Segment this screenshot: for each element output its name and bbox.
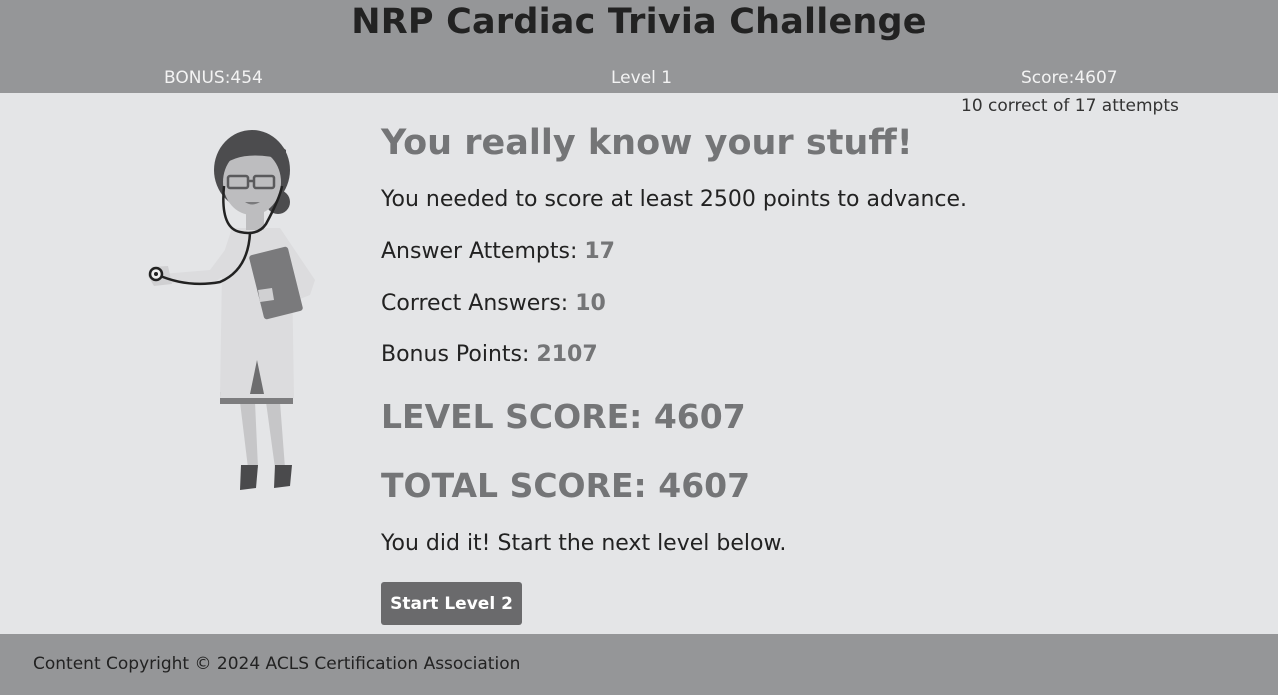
bonus-points-label: Bonus Points: — [381, 342, 537, 367]
correct-answers-value: 10 — [575, 291, 606, 316]
level-score: LEVEL SCORE: 4607 — [381, 397, 746, 436]
correct-answers-label: Correct Answers: — [381, 291, 576, 316]
footer-bar: Content Copyright © 2024 ACLS Certificat… — [0, 634, 1278, 695]
bonus-points-value: 2107 — [536, 342, 598, 367]
doctor-illustration — [148, 130, 315, 490]
attempts-summary: 10 correct of 17 attempts — [961, 96, 1179, 116]
level-indicator: Level 1 — [611, 68, 673, 88]
bonus-points-row: Bonus Points: 2107 — [381, 342, 598, 367]
next-level-message: You did it! Start the next level below. — [381, 531, 787, 556]
bonus-counter: BONUS:454 — [164, 68, 263, 88]
score-counter: Score:4607 — [1021, 68, 1118, 88]
answer-attempts-value: 17 — [584, 239, 615, 264]
copyright-text: Content Copyright © 2024 ACLS Certificat… — [33, 654, 521, 674]
answer-attempts-row: Answer Attempts: 17 — [381, 239, 615, 264]
header-bar: NRP Cardiac Trivia Challenge BONUS:454 L… — [0, 0, 1278, 93]
total-score: TOTAL SCORE: 4607 — [381, 466, 751, 505]
answer-attempts-label: Answer Attempts: — [381, 239, 585, 264]
required-score-text: You needed to score at least 2500 points… — [381, 187, 968, 212]
correct-answers-row: Correct Answers: 10 — [381, 291, 606, 316]
start-level-button[interactable]: Start Level 2 — [381, 582, 522, 625]
result-heading: You really know your stuff! — [381, 123, 913, 163]
app-title: NRP Cardiac Trivia Challenge — [351, 2, 927, 42]
